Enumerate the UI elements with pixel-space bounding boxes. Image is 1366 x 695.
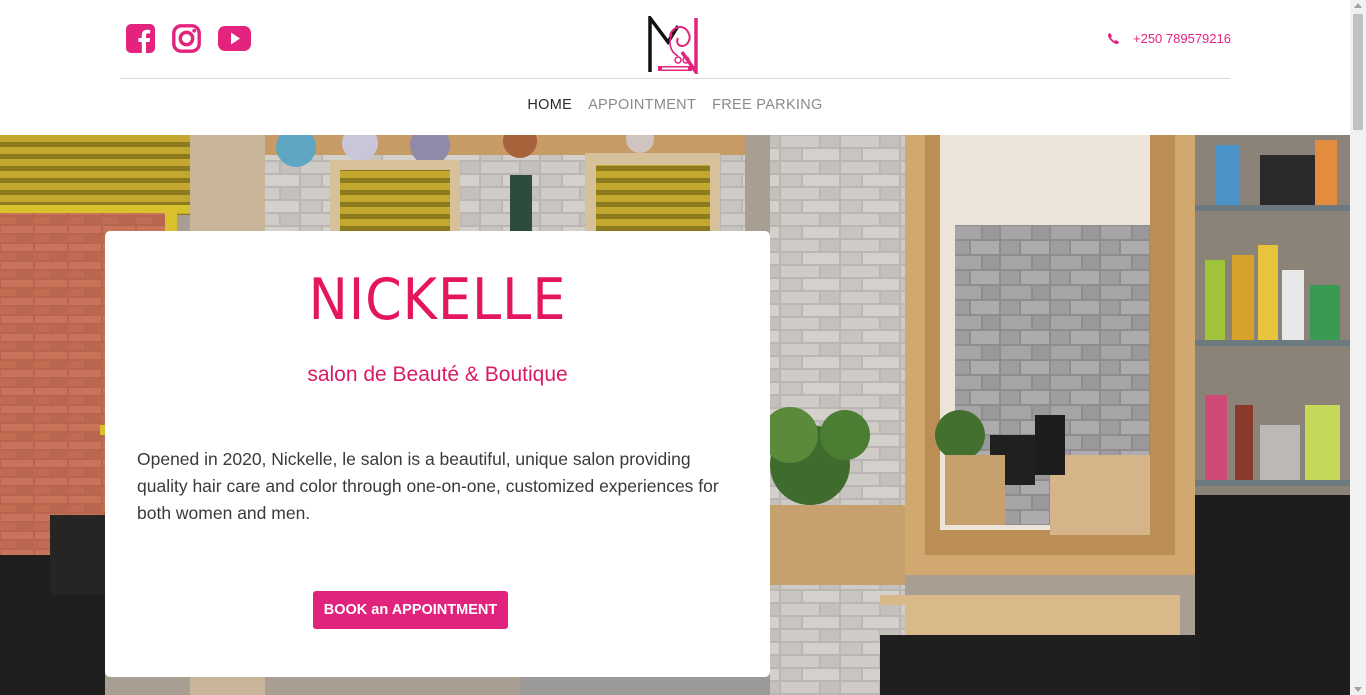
site-header: +250 789579216 HOME APPOINTMENT FREE PAR… [0,0,1350,135]
scrollbar-thumb[interactable] [1353,14,1363,130]
hero-subtitle: salon de Beauté & Boutique [307,363,568,386]
facebook-icon[interactable] [126,24,155,53]
phone-number[interactable]: +250 789579216 [1133,31,1231,46]
hero-title: NICKELLE [308,267,567,333]
phone-contact[interactable]: +250 789579216 [1108,31,1231,46]
page-scrollbar[interactable] [1350,0,1366,695]
nav-item-free-parking[interactable]: FREE PARKING [712,97,823,113]
phone-icon [1108,33,1119,44]
social-links [126,24,268,53]
instagram-icon[interactable] [172,24,201,53]
scroll-down-arrow[interactable] [1354,687,1362,692]
nav-item-appointment[interactable]: APPOINTMENT [588,97,696,113]
header-divider [120,78,1230,79]
book-appointment-button[interactable]: BOOK an APPOINTMENT [313,591,508,629]
youtube-icon[interactable] [218,26,251,51]
hero-card: NICKELLE salon de Beauté & Boutique Open… [105,231,770,677]
salon-logo[interactable] [648,16,702,74]
scroll-up-arrow[interactable] [1354,3,1362,8]
hero-description: Opened in 2020, Nickelle, le salon is a … [137,449,719,523]
nav-item-home[interactable]: HOME [527,97,572,113]
main-nav: HOME APPOINTMENT FREE PARKING [0,97,1350,113]
